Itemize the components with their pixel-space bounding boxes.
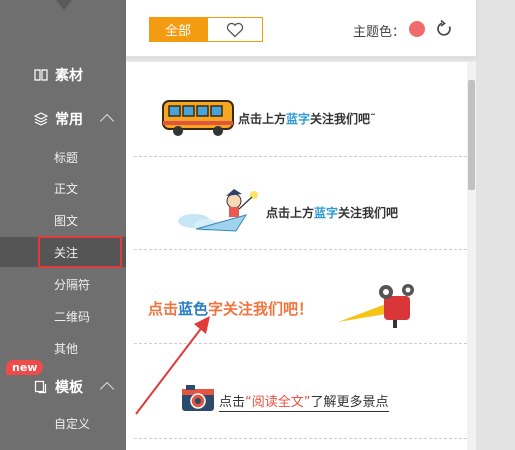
sidebar-item-label: 常用 xyxy=(55,112,83,128)
sidebar-item-template[interactable]: 模板 xyxy=(0,372,126,402)
follow-text: 点击“阅读全文”了解更多景点 xyxy=(219,391,389,412)
sidebar-subitem-body[interactable]: 正文 xyxy=(0,173,126,203)
follow-card-1[interactable]: 点击上方蓝字关注我们吧˜ xyxy=(126,62,467,157)
paper-plane-kid-icon xyxy=(178,189,258,232)
sidebar-subitem-image-text[interactable]: 图文 xyxy=(0,205,126,235)
chevron-up-icon[interactable] xyxy=(99,381,115,397)
follow-card-2[interactable]: 点击上方蓝字关注我们吧 xyxy=(126,157,467,249)
sidebar-subitem-divider[interactable]: 分隔符 xyxy=(0,269,126,299)
highlight-box xyxy=(38,236,122,268)
subitem-label: 标题 xyxy=(54,150,79,165)
sidebar-notch xyxy=(56,0,72,10)
subitem-label: 自定义 xyxy=(54,416,91,431)
favorites-button[interactable] xyxy=(207,17,263,42)
sidebar-subitem-qrcode[interactable]: 二维码 xyxy=(0,301,126,331)
layers-icon xyxy=(33,112,49,126)
heart-icon xyxy=(226,22,244,37)
sidebar-item-label: 素材 xyxy=(55,68,83,84)
text-key: “阅读全文” xyxy=(245,395,311,410)
sidebar-subitem-custom[interactable]: 自定义 xyxy=(0,408,126,438)
sidebar-item-label: 模板 xyxy=(55,380,83,396)
annotation-arrow-icon xyxy=(135,316,210,415)
sidebar-item-common[interactable]: 常用 xyxy=(0,104,126,134)
subitem-label: 图文 xyxy=(54,213,79,228)
chevron-up-icon[interactable] xyxy=(99,113,115,129)
sidebar: 素材 常用 标题 正文 图文 关注 分隔符 二维码 其他 new 模板 自定义 xyxy=(0,0,126,450)
text-key: 蓝字 xyxy=(314,206,339,220)
theme-color-label: 主题色： xyxy=(353,25,406,40)
subitem-label: 分隔符 xyxy=(54,277,91,292)
copy-icon xyxy=(34,380,48,394)
theme-color-swatch[interactable] xyxy=(409,21,425,37)
text-post: 字关注我们吧！ xyxy=(208,300,314,318)
bus-icon xyxy=(162,100,234,136)
text-pre: 点击上方 xyxy=(238,112,287,126)
text-pre: 点击上方 xyxy=(266,206,315,220)
card-divider xyxy=(134,438,467,439)
text-post: 关注我们吧 xyxy=(338,206,399,220)
subitem-label: 二维码 xyxy=(54,309,91,324)
projector-icon xyxy=(338,284,414,328)
sidebar-subitem-title[interactable]: 标题 xyxy=(0,142,126,172)
sidebar-subitem-other[interactable]: 其他 xyxy=(0,333,126,363)
follow-text: 点击上方蓝字关注我们吧˜ xyxy=(238,110,376,127)
toolbar: 全部 主题色： xyxy=(126,0,476,57)
scrollbar-thumb[interactable] xyxy=(468,80,475,190)
sidebar-item-material[interactable]: 素材 xyxy=(0,60,126,90)
subitem-label: 其他 xyxy=(54,341,79,356)
filter-all-button[interactable]: 全部 xyxy=(149,17,207,42)
book-icon xyxy=(34,68,48,82)
follow-text: 点击上方蓝字关注我们吧 xyxy=(266,204,398,221)
text-key: 蓝字 xyxy=(286,112,311,126)
subitem-label: 正文 xyxy=(54,181,79,196)
reset-icon[interactable] xyxy=(436,20,454,38)
editor-app: 素材 常用 标题 正文 图文 关注 分隔符 二维码 其他 new 模板 自定义 xyxy=(0,0,515,450)
text-post: 关注我们吧˜ xyxy=(310,112,377,126)
text-post: 了解更多景点 xyxy=(310,395,389,410)
text-pre: 点击 xyxy=(219,395,246,410)
outer-background xyxy=(476,0,515,450)
